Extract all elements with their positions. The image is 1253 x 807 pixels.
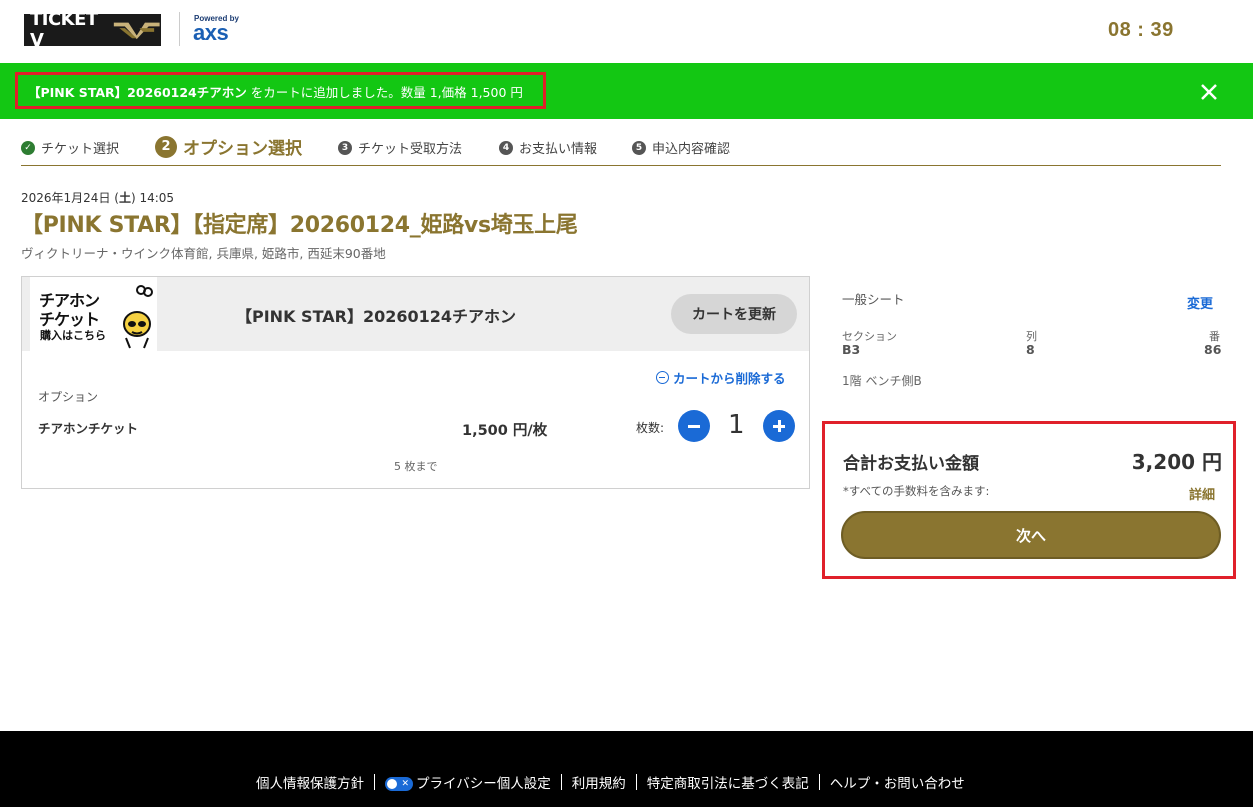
check-icon: ✓ [21, 140, 35, 155]
quantity-value: 1 [728, 410, 745, 440]
fees-note: *すべての手数料を含みます: [843, 484, 990, 498]
footer-link-help[interactable]: ヘルプ・お問い合わせ [830, 772, 965, 792]
step-number: 5 [632, 140, 646, 155]
quantity-limit: 5 枚まで [394, 460, 438, 473]
site-header: TICKET V Powered by axs 08 : 39 [0, 0, 1253, 63]
privacy-settings-label: プライバシー個人設定 [416, 776, 551, 792]
seat-note: 1階 ベンチ側B [842, 374, 922, 388]
step-number: 3 [338, 140, 352, 155]
footer-divider [374, 774, 375, 790]
option-label: オプション [38, 390, 99, 404]
step-label: 申込内容確認 [652, 142, 731, 157]
ticket-v-logo[interactable]: TICKET V [24, 9, 161, 51]
seat-number-value: 86 [1204, 342, 1222, 357]
cart-item-card: チアホン チケット 購入はこちら 【PINK STAR】20260124チアホン… [21, 276, 810, 489]
step-number: 4 [499, 140, 513, 155]
step-confirm: 5 申込内容確認 [632, 138, 730, 157]
event-date-suffix: ) 14:05 [130, 191, 175, 205]
total-label: 合計お支払い金額 [843, 454, 979, 474]
step-delivery-method: 3 チケット受取方法 [338, 138, 462, 157]
event-venue: ヴィクトリーナ・ウインク体育館, 兵庫県, 姫路市, 西延末90番地 [21, 246, 386, 261]
footer-link-terms[interactable]: 利用規約 [572, 772, 626, 792]
event-title: 【PINK STAR】【指定席】20260124_姫路vs埼玉上尾 [21, 213, 578, 238]
step-label: オプション選択 [183, 139, 302, 159]
remove-from-cart-link[interactable]: カートから削除する [656, 368, 786, 387]
site-footer: 個人情報保護方針 プライバシー個人設定 利用規約 特定商取引法に基づく表記 ヘル… [0, 731, 1253, 807]
banner-product: 【PINK STAR】20260124チアホン [28, 85, 247, 100]
unit-price: 1,500 円/枚 [462, 423, 548, 439]
next-button[interactable]: 次へ [841, 511, 1221, 559]
footer-divider [560, 774, 562, 790]
banner-highlight-box: 【PINK STAR】20260124チアホン をカートに追加しました。数量 1… [15, 72, 546, 109]
cart-item-header: チアホン チケット 購入はこちら 【PINK STAR】20260124チアホン… [22, 277, 809, 351]
banner-message: 【PINK STAR】20260124チアホン をカートに追加しました。数量 1… [28, 82, 523, 101]
minus-icon [688, 424, 700, 428]
seat-type: 一般シート [842, 292, 905, 307]
logo-text: TICKET V [30, 9, 98, 51]
footer-link-privacy-policy[interactable]: 個人情報保護方針 [256, 772, 364, 792]
minus-circle-icon [656, 371, 669, 384]
remove-link-label: カートから削除する [673, 371, 786, 386]
change-seat-link[interactable]: 変更 [1187, 293, 1213, 312]
option-name: チアホンチケット [38, 421, 139, 436]
decrease-quantity-button[interactable] [678, 410, 710, 442]
step-payment-info: 4 お支払い情報 [499, 138, 597, 157]
event-date: 2026年1月24日 (土) 14:05 [21, 189, 174, 206]
footer-link-commerce-law[interactable]: 特定商取引法に基づく表記 [647, 772, 809, 792]
quantity-label: 枚数: [636, 421, 665, 435]
increase-quantity-button[interactable] [763, 410, 795, 442]
row-value: 8 [1026, 342, 1035, 357]
product-thumbnail: チアホン チケット 購入はこちら [30, 277, 157, 351]
event-weekday: 土 [118, 191, 131, 205]
mascot-icon [123, 285, 153, 349]
progress-steps: ✓ チケット選択 2 オプション選択 3 チケット受取方法 4 お支払い情報 5… [21, 135, 1221, 166]
logo-emblem-icon [113, 22, 160, 40]
footer-links: 個人情報保護方針 プライバシー個人設定 利用規約 特定商取引法に基づく表記 ヘル… [256, 772, 965, 792]
detail-link[interactable]: 詳細 [1189, 484, 1215, 503]
step-label: チケット選択 [41, 142, 120, 157]
section-value: B3 [842, 342, 861, 357]
countdown-timer: 08 : 39 [1108, 19, 1174, 41]
close-icon[interactable] [1198, 81, 1220, 103]
thumb-line3: 購入はこちら [40, 329, 106, 342]
logo-divider [179, 12, 180, 46]
plus-icon-vertical [777, 420, 781, 432]
total-amount: 3,200 円 [1131, 450, 1222, 474]
event-date-prefix: 2026年1月24日 ( [21, 191, 119, 205]
update-cart-button[interactable]: カートを更新 [671, 294, 797, 334]
order-total-panel: 合計お支払い金額 3,200 円 *すべての手数料を含みます: 詳細 次へ [822, 421, 1236, 579]
footer-divider [818, 774, 820, 790]
footer-divider [635, 774, 637, 790]
step-option-select: 2 オプション選択 [155, 134, 302, 159]
product-name: 【PINK STAR】20260124チアホン [236, 307, 517, 326]
privacy-toggle-icon [385, 777, 413, 791]
banner-message-text: をカートに追加しました。数量 1,価格 1,500 円 [246, 85, 523, 100]
step-number: 2 [155, 135, 177, 158]
cart-added-banner: 【PINK STAR】20260124チアホン をカートに追加しました。数量 1… [0, 63, 1253, 119]
step-ticket-select[interactable]: ✓ チケット選択 [21, 138, 119, 157]
step-label: お支払い情報 [519, 142, 598, 157]
step-label: チケット受取方法 [358, 142, 463, 157]
axs-logo: axs [193, 20, 229, 45]
footer-link-privacy-settings[interactable]: プライバシー個人設定 [385, 772, 551, 792]
